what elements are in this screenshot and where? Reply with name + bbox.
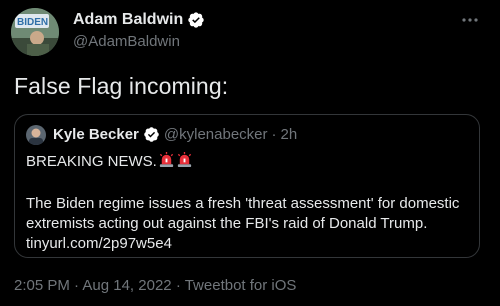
separator-dot: · [175,277,181,294]
svg-text:BIDEN: BIDEN [17,17,48,28]
siren-emoji-icon [176,151,193,174]
breaking-news-text: BREAKING NEWS. [26,153,157,170]
tweet-meta: 2:05 PM · Aug 14, 2022 · Tweetbot for iO… [14,277,296,294]
avatar-image: BIDEN [11,8,59,56]
quoted-text-line: BREAKING NEWS. [26,151,476,174]
tweet-client[interactable]: Tweetbot for iOS [185,277,297,294]
tweet-time[interactable]: 2:05 PM [14,277,70,294]
author-name[interactable]: Adam Baldwin [73,11,183,29]
quoted-tweet[interactable]: Kyle Becker @kylenabecker · 2h BREAKING … [14,114,480,258]
quoted-author-handle[interactable]: @kylenabecker [164,126,268,143]
verified-badge-icon [187,11,205,29]
quoted-text-line: The Biden regime issues a fresh 'threat … [26,195,460,212]
quoted-link[interactable]: tinyurl.com/2p97w5e4 [26,234,476,254]
verified-badge-icon [143,126,160,143]
separator-dot: · [74,277,80,294]
quoted-author-avatar[interactable] [26,125,46,145]
separator-dot: · [271,126,277,143]
author-handle[interactable]: @AdamBaldwin [73,33,180,50]
quoted-timestamp[interactable]: 2h [281,126,298,143]
quoted-text-line: extremists acting out against the FBI's … [26,215,428,232]
tweet-text: False Flag incoming: [14,73,229,99]
tweet-date[interactable]: Aug 14, 2022 [82,277,171,294]
quoted-author-name[interactable]: Kyle Becker [53,126,139,143]
author-name-row: Adam Baldwin [73,11,205,29]
siren-emoji-icon [158,151,175,174]
quoted-tweet-text: BREAKING NEWS. The Biden regime issues a… [26,151,476,254]
tweet: BIDEN Adam Baldwin @AdamBaldwin False Fl… [0,0,500,306]
more-options-icon[interactable] [458,10,482,30]
author-avatar[interactable]: BIDEN [11,8,59,56]
quoted-header: Kyle Becker @kylenabecker · 2h [53,126,297,143]
